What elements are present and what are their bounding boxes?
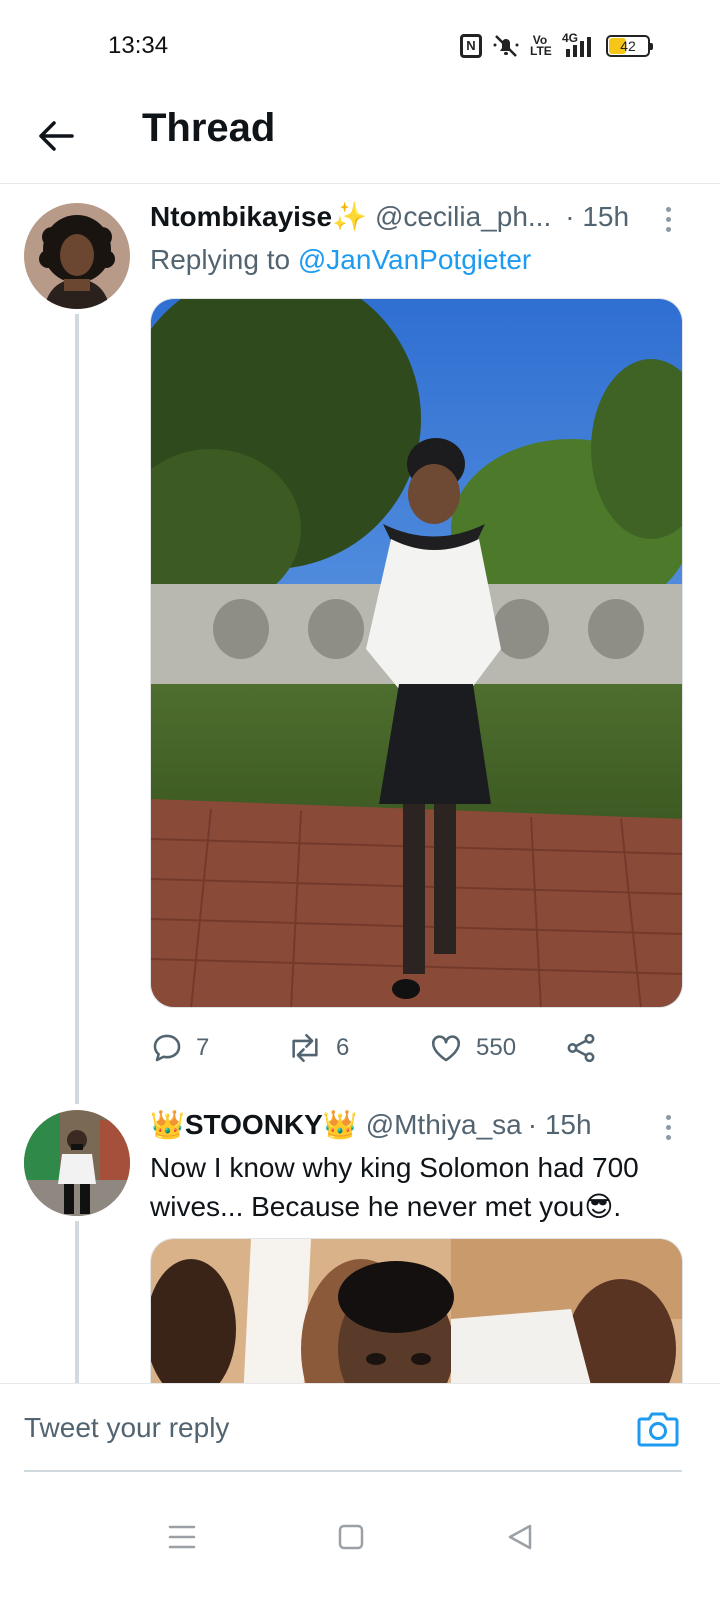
back-button[interactable] bbox=[30, 110, 82, 162]
status-bar: 13:34 N Vo LTE 4G 42 bbox=[0, 0, 720, 92]
more-options-button[interactable] bbox=[658, 202, 678, 236]
user-handle[interactable]: @cecilia_ph... bbox=[375, 201, 551, 233]
more-dot-icon bbox=[665, 226, 671, 232]
more-options-button[interactable] bbox=[658, 1110, 678, 1144]
thread-header: Thread bbox=[0, 92, 720, 184]
more-dot-icon bbox=[665, 206, 671, 212]
display-name[interactable]: 👑STOONKY👑 bbox=[150, 1108, 358, 1141]
page-title: Thread bbox=[142, 106, 276, 150]
arrow-left-icon bbox=[39, 121, 74, 151]
tweet-photo[interactable] bbox=[150, 1238, 683, 1383]
battery-level: 42 bbox=[620, 38, 636, 54]
tweet-time: · 15h bbox=[527, 1109, 592, 1140]
network-type-label: 4G bbox=[562, 31, 579, 45]
reply-button[interactable]: 7 bbox=[150, 1026, 209, 1070]
reply-underline bbox=[24, 1470, 682, 1472]
nfc-icon: N bbox=[460, 34, 482, 58]
reply-icon bbox=[153, 1034, 181, 1062]
home-square-icon bbox=[338, 1524, 364, 1550]
heart-icon bbox=[431, 1035, 461, 1062]
thread-line bbox=[75, 1221, 79, 1383]
more-dot-icon bbox=[665, 1134, 671, 1140]
user-handle[interactable]: @Mthiya_sa bbox=[366, 1109, 522, 1141]
back-nav-button[interactable] bbox=[490, 1507, 550, 1567]
battery-icon: 42 bbox=[606, 35, 653, 57]
retweet-button[interactable]: 6 bbox=[286, 1026, 349, 1070]
status-icons: N Vo LTE 4G 42 bbox=[460, 31, 653, 59]
avatar[interactable] bbox=[24, 1110, 130, 1216]
tweet[interactable]: Ntombikayise✨ @cecilia_ph... · 15h Reply… bbox=[0, 184, 720, 1104]
4g-signal-icon: 4G bbox=[560, 31, 596, 59]
avatar[interactable] bbox=[24, 203, 130, 309]
tweet-text: Now I know why king Solomon had 700 wive… bbox=[150, 1152, 639, 1222]
volte-icon: Vo LTE bbox=[530, 33, 552, 58]
tweet-header: 👑STOONKY👑 @Mthiya_sa · 15h bbox=[150, 1108, 672, 1148]
like-button[interactable]: 550 bbox=[428, 1026, 516, 1070]
tweet-photo[interactable] bbox=[150, 298, 683, 1008]
system-nav-bar bbox=[0, 1475, 720, 1600]
recent-apps-button[interactable] bbox=[152, 1507, 212, 1567]
back-triangle-icon bbox=[508, 1524, 532, 1550]
tweet-time: · 15h bbox=[565, 201, 630, 232]
replying-to: Replying to @JanVanPotgieter bbox=[150, 244, 531, 276]
more-dot-icon bbox=[665, 1114, 671, 1120]
retweet-count: 6 bbox=[336, 1034, 350, 1061]
camera-button[interactable] bbox=[636, 1409, 680, 1449]
mute-icon bbox=[492, 33, 520, 59]
camera-icon bbox=[637, 1412, 679, 1447]
share-button[interactable] bbox=[564, 1026, 598, 1070]
more-dot-icon bbox=[665, 216, 671, 222]
tweet[interactable]: 👑STOONKY👑 @Mthiya_sa · 15h Now I know wh… bbox=[0, 1104, 720, 1383]
like-count: 550 bbox=[476, 1034, 517, 1061]
reply-composer bbox=[0, 1383, 720, 1473]
replying-to-prefix: Replying to bbox=[150, 244, 298, 275]
menu-icon bbox=[168, 1525, 196, 1549]
more-dot-icon bbox=[665, 1124, 671, 1130]
display-name[interactable]: Ntombikayise✨ bbox=[150, 200, 367, 233]
retweet-icon bbox=[292, 1033, 318, 1063]
thread-line bbox=[75, 314, 79, 1104]
reply-input[interactable] bbox=[24, 1402, 614, 1454]
reply-count: 7 bbox=[196, 1034, 210, 1061]
replying-to-link[interactable]: @JanVanPotgieter bbox=[298, 244, 531, 275]
share-icon bbox=[567, 1033, 595, 1063]
tweet-actions: 7 6 550 bbox=[150, 1026, 620, 1070]
status-time: 13:34 bbox=[108, 32, 169, 59]
tweet-header: Ntombikayise✨ @cecilia_ph... · 15h bbox=[150, 200, 672, 240]
home-button[interactable] bbox=[321, 1507, 381, 1567]
